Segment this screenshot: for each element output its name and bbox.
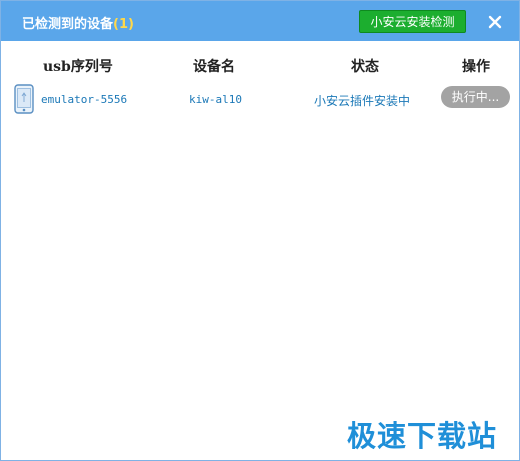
device-name: kiw-al10 (189, 93, 242, 106)
dialog-title-text: 已检测到的设备 (22, 17, 114, 32)
close-button[interactable] (485, 12, 505, 32)
install-check-button[interactable]: 小安云安装检测 (359, 10, 466, 33)
title-bar: 已检测到的设备(1) 小安云安装检测 (1, 1, 519, 41)
column-header-status: 状态 (351, 59, 379, 75)
column-header-action: 操作 (462, 59, 490, 75)
dialog-title: 已检测到的设备(1) (22, 13, 134, 32)
device-count: (1) (113, 17, 134, 32)
table-header: usb序列号 设备名 状态 操作 (1, 54, 519, 76)
phone-icon (14, 84, 34, 114)
watermark-logo: 极速下载站 (347, 419, 498, 453)
device-serial: emulator-5556 (41, 93, 128, 106)
table-row: emulator-5556 kiw-al10 小安云插件安装中 执行中... (1, 84, 519, 116)
column-header-device-name: 设备名 (193, 59, 235, 75)
device-dialog: 已检测到的设备(1) 小安云安装检测 usb序列号 设备名 状态 操作 emul… (0, 0, 520, 461)
device-status: 小安云插件安装中 (314, 94, 411, 108)
column-header-usb-serial: usb序列号 (43, 59, 113, 75)
action-button[interactable]: 执行中... (441, 86, 510, 108)
close-icon (488, 15, 502, 29)
